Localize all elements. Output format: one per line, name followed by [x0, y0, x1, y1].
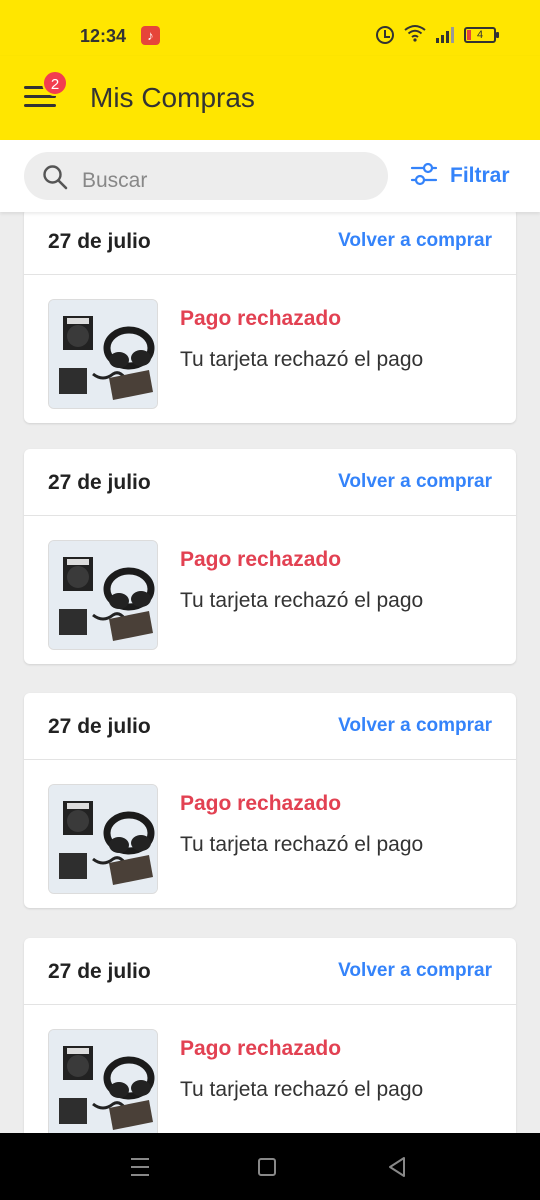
notification-badge: 2 — [42, 70, 68, 96]
purchase-card-header: 27 de julio Volver a comprar — [24, 212, 516, 275]
payment-status: Pago rechazado — [180, 307, 342, 330]
purchase-date: 27 de julio — [48, 471, 151, 494]
purchase-card[interactable]: 27 de julio Volver a comprar Pago rechaz… — [24, 449, 516, 664]
headphones-product-image — [48, 299, 158, 409]
status-time: 12:34 — [80, 26, 127, 46]
back-icon[interactable] — [386, 1155, 412, 1179]
recents-icon[interactable] — [127, 1155, 153, 1179]
filter-label: Filtrar — [450, 164, 510, 187]
alarm-icon — [376, 25, 394, 44]
payment-detail: Tu tarjeta rechazó el pago — [180, 589, 424, 612]
status-icons: 4 — [376, 24, 499, 45]
app-header: 2 Mis Compras — [0, 56, 540, 140]
buy-again-link[interactable]: Volver a comprar — [338, 230, 492, 252]
status-bar: 12:34 ♪ 4 — [0, 0, 540, 56]
search-bar: Filtrar — [0, 140, 540, 212]
search-icon — [42, 164, 68, 195]
purchases-list[interactable]: 27 de julio Volver a comprar Pago rechaz… — [0, 212, 540, 1133]
music-app-icon: ♪ — [141, 26, 160, 45]
purchase-date: 27 de julio — [48, 230, 151, 253]
filter-sliders-icon — [410, 162, 438, 191]
battery-level: 4 — [476, 28, 484, 41]
buy-again-link[interactable]: Volver a comprar — [338, 715, 492, 737]
payment-detail: Tu tarjeta rechazó el pago — [180, 833, 424, 856]
purchase-card[interactable]: 27 de julio Volver a comprar Pago rechaz… — [24, 693, 516, 908]
payment-status: Pago rechazado — [180, 1037, 342, 1060]
wifi-icon — [404, 24, 426, 45]
purchase-card-header: 27 de julio Volver a comprar — [24, 693, 516, 760]
system-nav-bar — [0, 1133, 540, 1200]
purchase-date: 27 de julio — [48, 715, 151, 738]
battery-icon: 4 — [464, 26, 499, 43]
payment-status: Pago rechazado — [180, 792, 342, 815]
headphones-product-image — [48, 1029, 158, 1133]
payment-detail: Tu tarjeta rechazó el pago — [180, 348, 424, 371]
filter-button[interactable]: Filtrar — [410, 160, 510, 192]
buy-again-link[interactable]: Volver a comprar — [338, 960, 492, 982]
search-input[interactable] — [82, 160, 372, 194]
payment-detail: Tu tarjeta rechazó el pago — [180, 1078, 424, 1101]
buy-again-link[interactable]: Volver a comprar — [338, 471, 492, 493]
payment-status: Pago rechazado — [180, 548, 342, 571]
headphones-product-image — [48, 784, 158, 894]
purchase-card-header: 27 de julio Volver a comprar — [24, 449, 516, 516]
home-icon[interactable] — [258, 1158, 276, 1176]
signal-icon — [436, 26, 454, 43]
search-field[interactable] — [24, 152, 388, 200]
page-title: Mis Compras — [90, 82, 255, 113]
headphones-product-image — [48, 540, 158, 650]
purchase-card[interactable]: 27 de julio Volver a comprar Pago rechaz… — [24, 938, 516, 1133]
purchase-card-body[interactable]: Pago rechazado Tu tarjeta rechazó el pag… — [24, 275, 516, 423]
purchase-card-header: 27 de julio Volver a comprar — [24, 938, 516, 1005]
purchase-card[interactable]: 27 de julio Volver a comprar Pago rechaz… — [24, 212, 516, 423]
purchase-card-body[interactable]: Pago rechazado Tu tarjeta rechazó el pag… — [24, 760, 516, 908]
purchase-date: 27 de julio — [48, 960, 151, 983]
purchase-card-body[interactable]: Pago rechazado Tu tarjeta rechazó el pag… — [24, 516, 516, 664]
purchase-card-body[interactable]: Pago rechazado Tu tarjeta rechazó el pag… — [24, 1005, 516, 1133]
